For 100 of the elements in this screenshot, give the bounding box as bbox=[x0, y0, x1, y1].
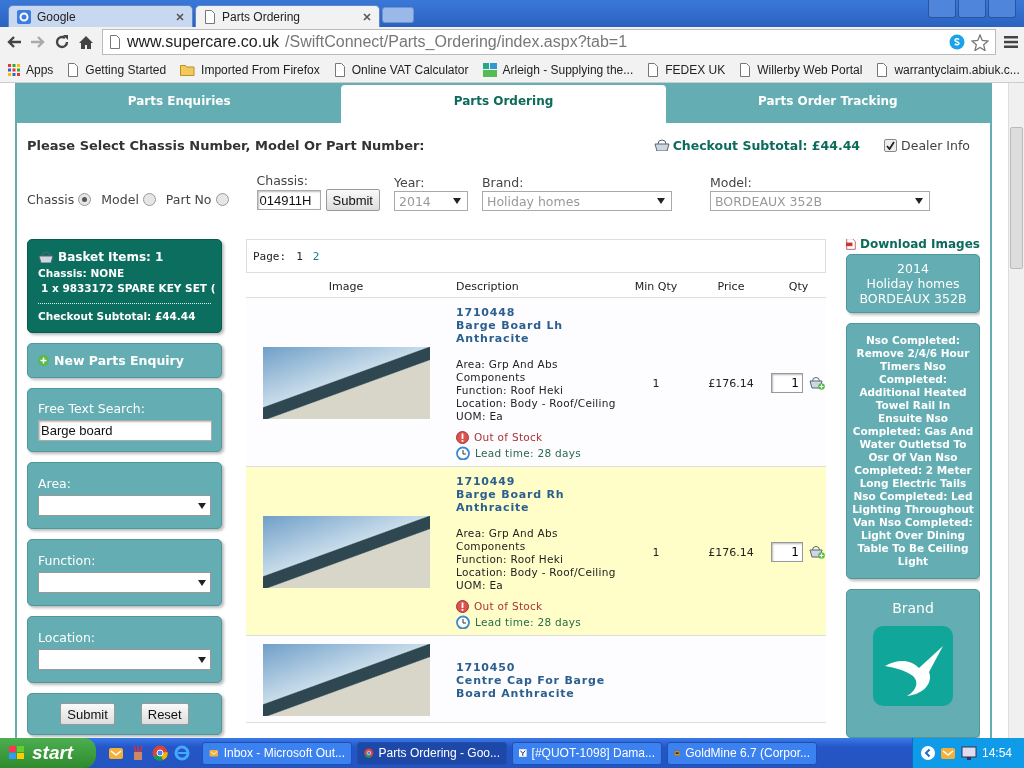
part-name[interactable]: Barge Board Rh Anthracite bbox=[456, 488, 621, 514]
new-tab-button[interactable] bbox=[382, 7, 414, 23]
page-icon bbox=[876, 62, 889, 77]
taskbar-button[interactable]: GoldMine 6.7 (Corpor... bbox=[667, 741, 817, 765]
radio-label: Part No bbox=[165, 192, 212, 207]
scrollbar[interactable] bbox=[1008, 83, 1024, 738]
basket-item[interactable]: 1 x 9833172 SPARE KEY SET ( bbox=[41, 282, 216, 294]
part-number[interactable]: 1710450 bbox=[456, 660, 621, 674]
submit-button[interactable]: Submit bbox=[325, 189, 380, 211]
clock: 14:54 bbox=[981, 746, 1012, 760]
page-icon bbox=[647, 62, 660, 77]
filter-dropdown[interactable] bbox=[38, 649, 211, 670]
taskbar-button[interactable]: [#QUOT-1098] Dama... bbox=[512, 741, 662, 765]
field-label: Chassis: bbox=[256, 173, 310, 188]
page-icon bbox=[739, 62, 752, 77]
menu-icon bbox=[1004, 35, 1018, 49]
browser-tab[interactable]: Google bbox=[8, 5, 193, 27]
radio-label: Model bbox=[101, 192, 139, 207]
nav-tab[interactable]: Parts Ordering bbox=[341, 85, 666, 123]
bookmark-link[interactable]: Apps bbox=[8, 62, 54, 77]
part-number[interactable]: 1710449 bbox=[456, 475, 621, 488]
model-summary-text: BORDEAUX 352B bbox=[858, 291, 968, 306]
part-detail: Function: Roof Heki bbox=[456, 553, 565, 566]
part-detail: UOM: Ea bbox=[456, 410, 505, 423]
pager-label: Page: bbox=[253, 249, 287, 263]
add-to-basket-icon bbox=[809, 545, 825, 559]
field-label: Function: bbox=[38, 553, 97, 568]
field-label: Area: bbox=[38, 476, 72, 491]
part-detail: Location: Body - Roof/Ceiling bbox=[456, 397, 617, 410]
field-label: Model: bbox=[710, 175, 753, 190]
maximize-button[interactable] bbox=[958, 0, 986, 18]
dropdown-arrow-icon bbox=[453, 198, 461, 204]
start-button[interactable]: start bbox=[0, 738, 96, 768]
taskbar-button[interactable]: Parts Ordering - Goo... bbox=[357, 741, 507, 765]
part-detail: Function: Roof Heki bbox=[456, 384, 565, 397]
close-window-button[interactable] bbox=[988, 0, 1016, 18]
dropdown-arrow-icon bbox=[657, 198, 665, 204]
site-icon bbox=[482, 62, 497, 77]
checkbox-label: Dealer Info bbox=[901, 137, 970, 153]
dropdown-arrow-icon bbox=[198, 502, 206, 509]
part-detail: Area: Grp And Abs Components bbox=[456, 527, 559, 553]
bookmark-link[interactable]: Arleigh - Supplying the... bbox=[482, 62, 634, 77]
part-number[interactable]: 1710448 bbox=[456, 306, 621, 319]
part-detail: UOM: Ea bbox=[456, 579, 505, 592]
field-label: Year: bbox=[394, 175, 426, 190]
column-header: Description bbox=[455, 279, 520, 293]
page-icon bbox=[204, 9, 216, 24]
column-header: Image bbox=[327, 279, 365, 293]
skype-icon bbox=[949, 34, 965, 50]
free-text-search-field[interactable]: Barge board bbox=[38, 420, 212, 441]
part-name[interactable]: Barge Board Lh Anthracite bbox=[456, 319, 621, 345]
lead-time: Lead time: 28 days bbox=[475, 446, 582, 460]
bookmark-link[interactable]: Getting Started bbox=[67, 62, 167, 77]
page-icon bbox=[333, 62, 346, 77]
part-name[interactable]: Centre Cap For Barge Board Anthracite bbox=[456, 673, 621, 700]
download-images-link[interactable]: Download Images bbox=[860, 239, 980, 251]
scrollbar-thumb[interactable] bbox=[1010, 127, 1023, 269]
brand-title: Brand bbox=[892, 600, 934, 616]
address-bar[interactable]: www.supercare.co.uk /SwiftConnect/Parts_Ordering/index.aspx?tab=1 bbox=[102, 29, 996, 55]
radio-button[interactable] bbox=[142, 193, 156, 206]
dealer-info-checkbox[interactable] bbox=[884, 138, 898, 152]
radio-button[interactable] bbox=[215, 193, 229, 206]
page-link[interactable]: 1 bbox=[296, 249, 303, 263]
min-qty: 1 bbox=[651, 376, 661, 390]
stock-status: Out of Stock bbox=[474, 600, 543, 613]
forward-arrow-icon bbox=[30, 35, 46, 49]
chevron-left-icon bbox=[920, 746, 935, 760]
price: £176.14 bbox=[707, 545, 755, 559]
filter-dropdown[interactable] bbox=[38, 495, 211, 516]
apps-grid-icon bbox=[8, 63, 20, 76]
basket-subtotal: Checkout Subtotal: £44.44 bbox=[38, 310, 197, 322]
bookmark-link[interactable]: warrantyclaim.abiuk.c... bbox=[876, 62, 1020, 77]
qty-input[interactable]: 1 bbox=[771, 542, 803, 562]
star-icon bbox=[971, 33, 989, 51]
browser-tab[interactable]: Parts Ordering bbox=[195, 5, 380, 27]
alarm-clock-icon bbox=[456, 615, 470, 629]
price: £176.14 bbox=[707, 376, 755, 390]
checkout-subtotal-link[interactable]: Checkout Subtotal: £44.44 bbox=[672, 137, 861, 153]
lead-time: Lead time: 28 days bbox=[475, 615, 582, 629]
form-button[interactable]: Reset bbox=[140, 703, 189, 725]
page-link[interactable]: 2 bbox=[312, 249, 320, 263]
qty-input[interactable]: 1 bbox=[771, 373, 803, 393]
chassis-input[interactable]: 014911H bbox=[256, 190, 321, 210]
basket-icon bbox=[38, 251, 54, 263]
minimize-button[interactable] bbox=[928, 0, 956, 18]
bookmark-link[interactable]: Willerby Web Portal bbox=[739, 62, 863, 77]
pdf-file-icon bbox=[846, 239, 856, 252]
bookmark-link[interactable]: FEDEX UK bbox=[647, 62, 726, 77]
taskbar-button[interactable]: Inbox - Microsoft Out... bbox=[202, 741, 352, 765]
close-icon bbox=[176, 12, 184, 21]
radio-button[interactable] bbox=[78, 193, 92, 206]
monitor-icon bbox=[960, 745, 977, 761]
notes-text: Nso Completed: Remove 2/4/6 Hour Timers Nso Completed: Additional Heated Towel Rail In Ensuite Nso Completed: Gas And Water Outletsd To Osr Of Van Nso Completed: 2 Meter Long Electric Tails Nso Completed: Led Lighting Throughout Van Nso Completed: Light Over Dining Table To Be Ceiling Light bbox=[852, 334, 974, 567]
pencil-cup-icon bbox=[130, 745, 146, 761]
form-button[interactable]: Submit bbox=[60, 703, 115, 725]
back-arrow-icon bbox=[6, 35, 22, 49]
bookmark-link[interactable]: Imported From Firefox bbox=[180, 62, 320, 77]
basket-chassis: Chassis: NONE bbox=[38, 267, 126, 279]
filter-dropdown[interactable] bbox=[38, 572, 211, 593]
bookmark-link[interactable]: Online VAT Calculator bbox=[333, 62, 469, 77]
